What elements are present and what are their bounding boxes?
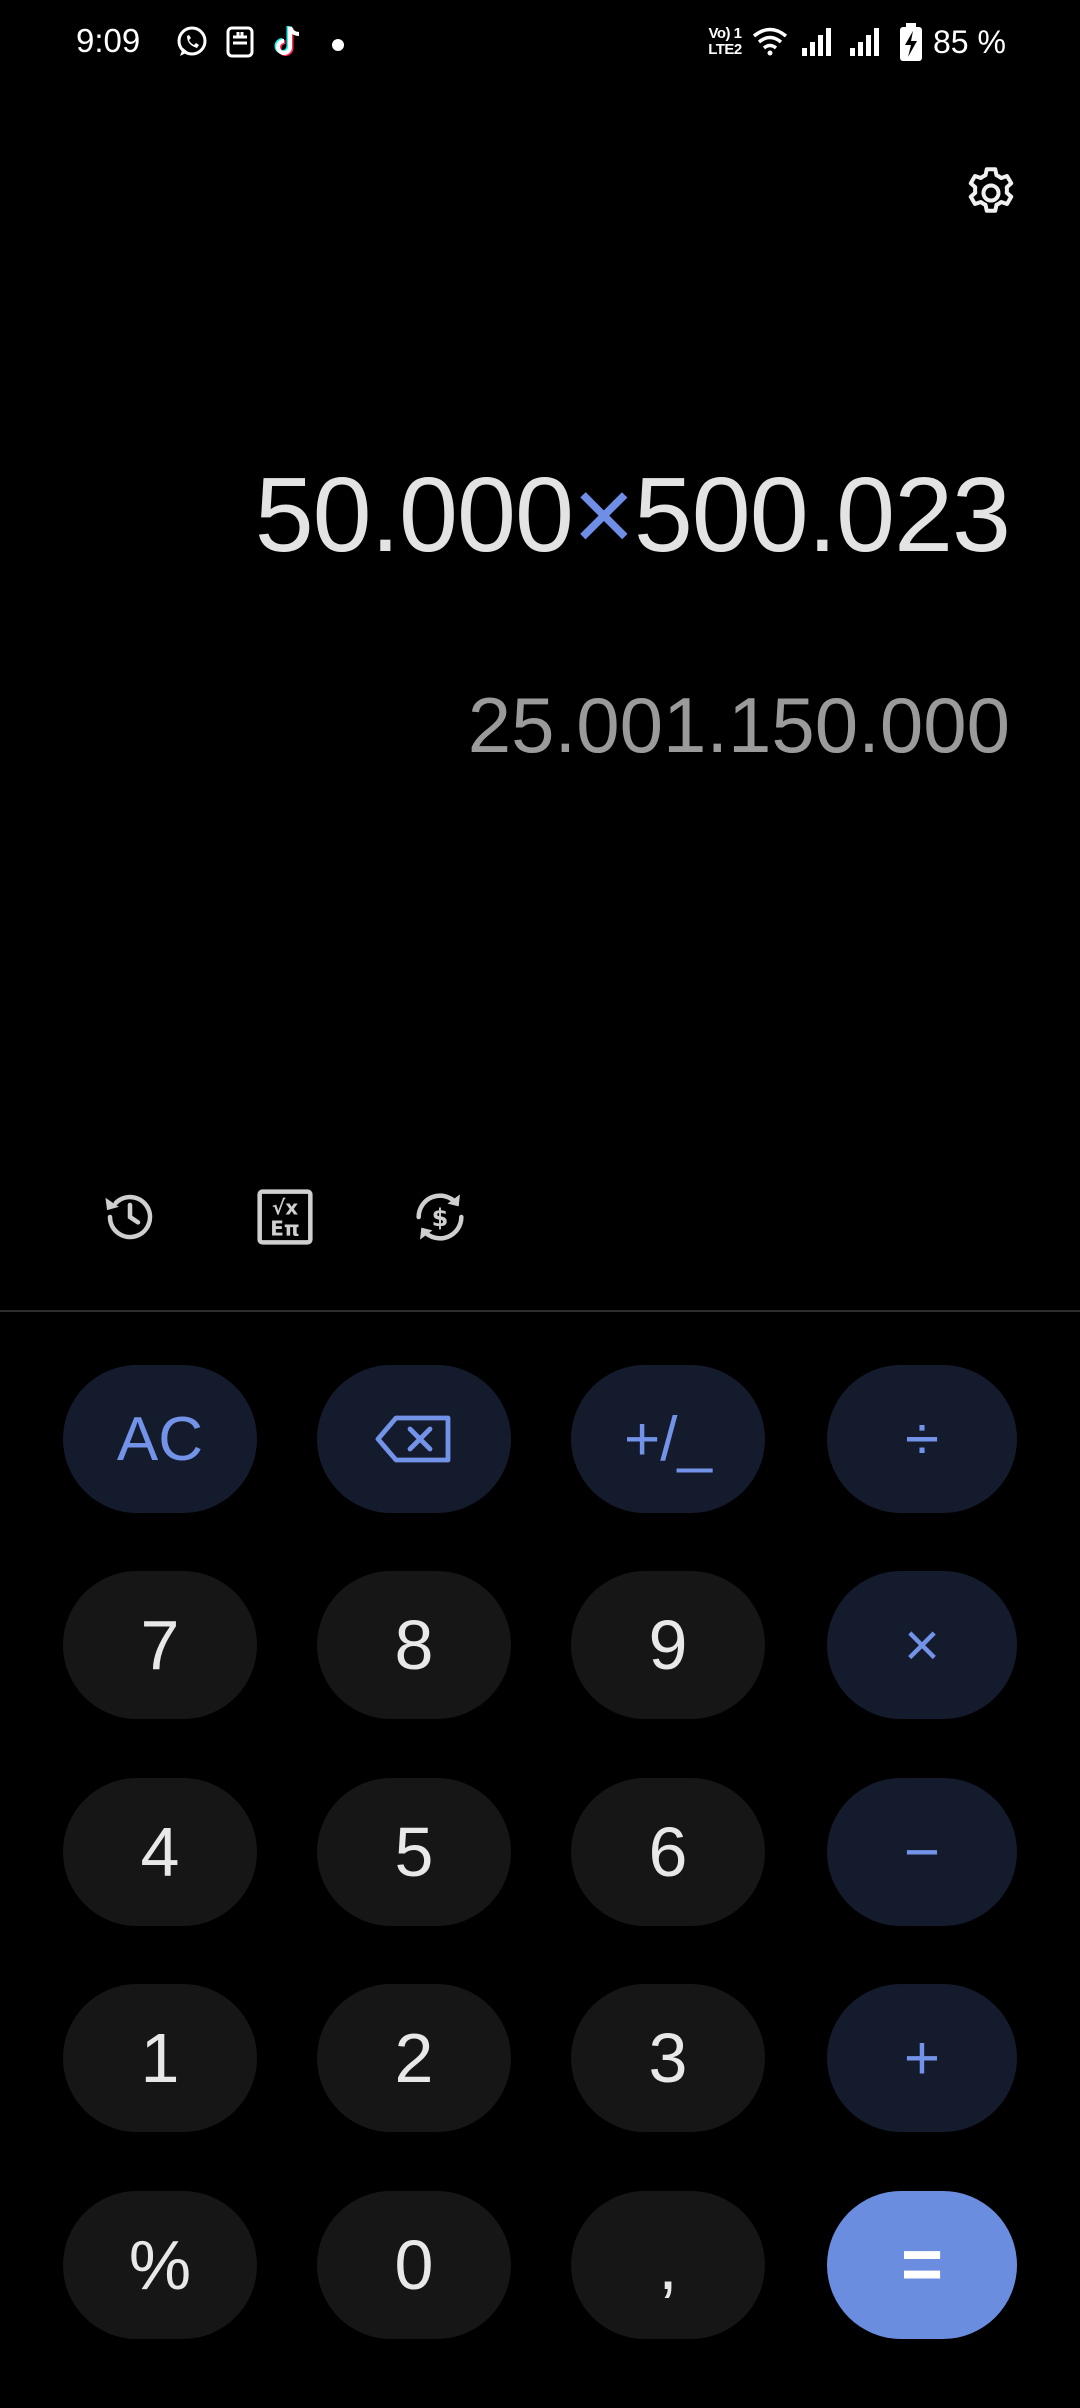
svg-text:Eπ: Eπ bbox=[270, 1217, 299, 1241]
equals-button[interactable]: = bbox=[827, 2191, 1017, 2339]
more-notifications-dot bbox=[332, 39, 344, 51]
history-icon bbox=[105, 1194, 153, 1240]
scientific-mode-button[interactable]: √x Eπ bbox=[250, 1182, 320, 1252]
history-button[interactable] bbox=[95, 1182, 165, 1252]
backspace-button[interactable] bbox=[317, 1365, 511, 1513]
expression-display[interactable]: 50.000×500.023 bbox=[254, 455, 1011, 576]
expression-operator: × bbox=[572, 456, 635, 574]
unit-converter-button[interactable]: $ bbox=[405, 1182, 475, 1252]
battery-charging-icon bbox=[898, 22, 924, 67]
percent-button[interactable]: % bbox=[63, 2191, 257, 2339]
key-9[interactable]: 9 bbox=[571, 1571, 765, 1719]
key-7[interactable]: 7 bbox=[63, 1571, 257, 1719]
all-clear-button[interactable]: AC bbox=[63, 1365, 257, 1513]
keypad-divider bbox=[0, 1310, 1080, 1312]
key-5[interactable]: 5 bbox=[317, 1778, 511, 1926]
multiply-button[interactable]: × bbox=[827, 1571, 1017, 1719]
signal-1-icon bbox=[800, 26, 834, 63]
key-2[interactable]: 2 bbox=[317, 1984, 511, 2132]
battery-percentage: 85 % bbox=[933, 24, 1006, 60]
key-4[interactable]: 4 bbox=[63, 1778, 257, 1926]
wifi-icon bbox=[752, 26, 788, 61]
notification-app-icon bbox=[224, 24, 256, 65]
gear-icon bbox=[968, 167, 1014, 213]
svg-text:$: $ bbox=[432, 1204, 449, 1232]
expression-left-operand: 50.000 bbox=[254, 456, 574, 574]
decimal-button[interactable]: , bbox=[571, 2191, 765, 2339]
key-1[interactable]: 1 bbox=[63, 1984, 257, 2132]
status-time: 9:09 bbox=[76, 22, 141, 59]
status-bar: 9:09 Vo) 1 LTE2 85 % bbox=[0, 0, 1080, 90]
key-6[interactable]: 6 bbox=[571, 1778, 765, 1926]
backspace-icon bbox=[375, 1415, 451, 1463]
expression-right-operand: 500.023 bbox=[633, 456, 1011, 574]
key-3[interactable]: 3 bbox=[571, 1984, 765, 2132]
minus-button[interactable]: − bbox=[827, 1778, 1017, 1926]
divide-button[interactable]: ÷ bbox=[827, 1365, 1017, 1513]
unit-converter-icon: $ bbox=[416, 1193, 464, 1241]
settings-button[interactable] bbox=[958, 160, 1024, 226]
scientific-mode-icon: √x Eπ bbox=[257, 1189, 313, 1245]
plus-minus-button[interactable]: +/_ bbox=[571, 1365, 765, 1513]
signal-2-icon bbox=[848, 26, 882, 63]
result-preview: 25.001.150.000 bbox=[467, 681, 1010, 769]
key-0[interactable]: 0 bbox=[317, 2191, 511, 2339]
key-8[interactable]: 8 bbox=[317, 1571, 511, 1719]
volte-label: Vo) 1 LTE2 bbox=[708, 25, 742, 58]
tiktok-icon bbox=[272, 24, 306, 65]
whatsapp-icon bbox=[174, 24, 210, 65]
plus-button[interactable]: + bbox=[827, 1984, 1017, 2132]
